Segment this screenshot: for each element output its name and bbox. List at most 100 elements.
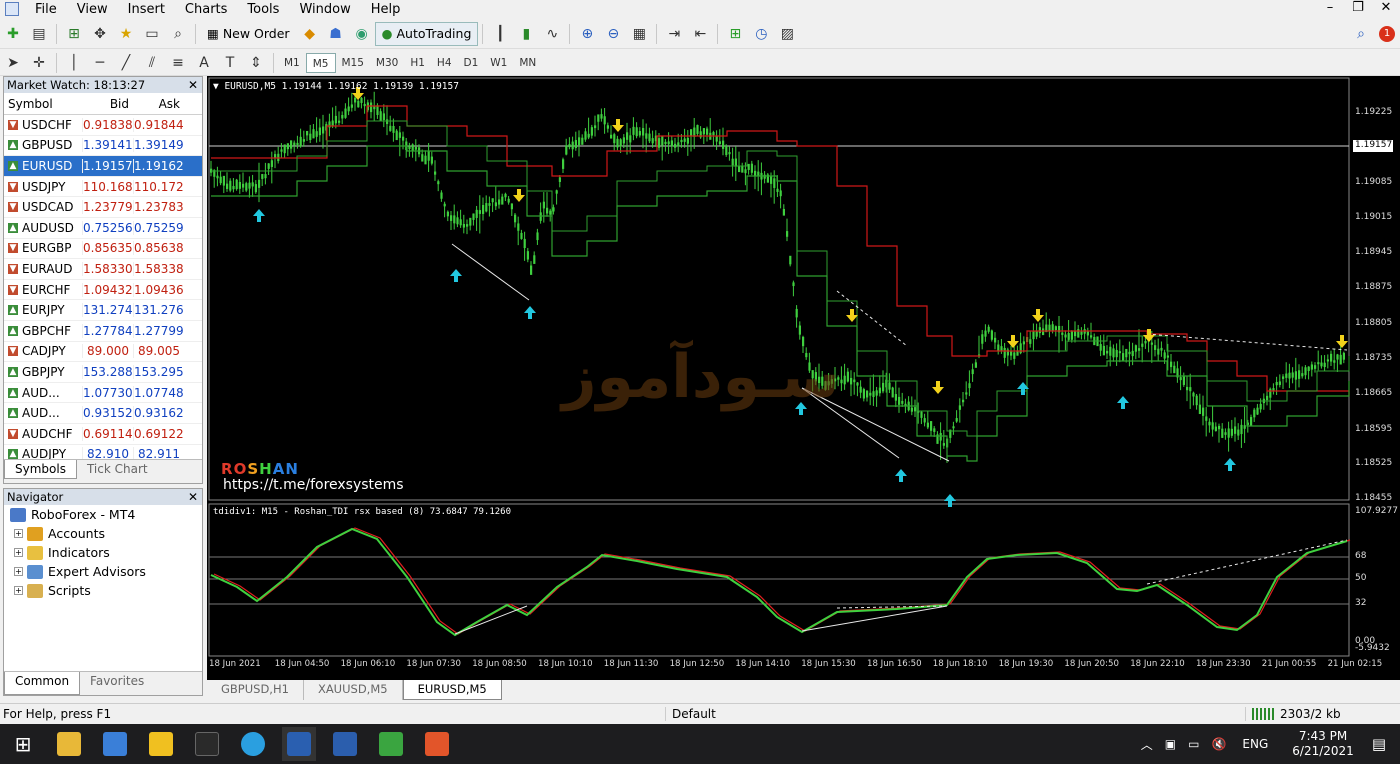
market-watch-row[interactable]: ▲ GBPCHF 1.27784 1.27799 — [4, 321, 202, 342]
meta-editor-icon[interactable]: ◆ — [299, 23, 321, 45]
volume-muted-icon[interactable]: 🔇 — [1211, 737, 1226, 751]
market-watch-row[interactable]: ▼ AUDCHF 0.69114 0.69122 — [4, 424, 202, 445]
nav-item-expert-advisors[interactable]: + Expert Advisors — [4, 562, 202, 581]
expand-icon[interactable]: + — [14, 567, 23, 576]
word-icon[interactable] — [328, 727, 362, 761]
profiles-icon[interactable]: ▤ — [28, 23, 50, 45]
market-watch-row[interactable]: ▲ EURUSD 1.19157 1.19162 — [4, 156, 202, 177]
expand-icon[interactable]: + — [14, 529, 23, 538]
action-center-icon[interactable]: ▤ — [1372, 735, 1386, 753]
notification-icon[interactable]: 1 — [1376, 23, 1398, 45]
chart-window[interactable]: ▼ EURUSD,M5 1.19144 1.19162 1.19139 1.19… — [207, 76, 1400, 680]
clock[interactable]: 7:43 PM 6/21/2021 — [1292, 729, 1354, 759]
search-icon[interactable]: ⌕ — [1350, 23, 1372, 45]
nav-item-accounts[interactable]: + Accounts — [4, 524, 202, 543]
menu-help[interactable]: Help — [361, 2, 411, 17]
close-icon[interactable]: ✕ — [188, 489, 198, 505]
signals-icon[interactable]: ◉ — [351, 23, 373, 45]
text-label-icon[interactable]: T — [219, 52, 241, 74]
cursor-icon[interactable]: ➤ — [2, 52, 24, 74]
column-bid[interactable]: Bid — [82, 97, 133, 111]
fibonacci-icon[interactable]: ≡ — [167, 52, 189, 74]
chart-tab-eurusd[interactable]: EURUSD,M5 — [402, 680, 502, 700]
new-order-button[interactable]: ▦ New Order — [200, 22, 297, 46]
market-watch-row[interactable]: ▼ CADJPY 89.000 89.005 — [4, 342, 202, 363]
crosshair-icon[interactable]: ✛ — [28, 52, 50, 74]
column-symbol[interactable]: Symbol — [4, 97, 82, 111]
timeframe-m15[interactable]: M15 — [336, 53, 370, 73]
new-chart-icon[interactable]: ✚ — [2, 23, 24, 45]
display-icon[interactable]: ▭ — [1188, 737, 1199, 751]
network-alert-icon[interactable]: ▣ — [1165, 737, 1176, 751]
timeframe-w1[interactable]: W1 — [484, 53, 513, 73]
camtasia-orange-icon[interactable] — [420, 727, 454, 761]
signal-app-icon[interactable] — [190, 727, 224, 761]
market-watch-row[interactable]: ▲ AUD... 1.07730 1.07748 — [4, 383, 202, 404]
player-icon[interactable] — [144, 727, 178, 761]
auto-scroll-icon[interactable]: ⇥ — [663, 23, 685, 45]
autotrading-button[interactable]: ● AutoTrading — [374, 21, 479, 46]
metatrader-icon[interactable] — [282, 727, 316, 761]
menu-file[interactable]: File — [25, 2, 67, 17]
nav-root[interactable]: RoboForex - MT4 — [4, 505, 202, 524]
market-watch-row[interactable]: ▼ EURGBP 0.85635 0.85638 — [4, 239, 202, 260]
market-watch-row[interactable]: ▼ EURAUD 1.58330 1.58338 — [4, 259, 202, 280]
periods-icon[interactable]: ◷ — [750, 23, 772, 45]
tab-symbols[interactable]: Symbols — [4, 460, 77, 479]
community-icon[interactable]: ☗ — [325, 23, 347, 45]
restore-button[interactable]: ❐ — [1344, 0, 1372, 18]
close-button[interactable]: ✕ — [1372, 0, 1400, 18]
timeframe-m1[interactable]: M1 — [278, 53, 306, 73]
minimize-button[interactable]: – — [1316, 0, 1344, 18]
channel-icon[interactable]: ⫽ — [141, 52, 163, 74]
terminal-icon[interactable]: ▭ — [141, 23, 163, 45]
timeframe-h1[interactable]: H1 — [404, 53, 431, 73]
camtasia-green-icon[interactable] — [374, 727, 408, 761]
telegram-icon[interactable] — [236, 727, 270, 761]
market-watch-row[interactable]: ▲ GBPJPY 153.288 153.295 — [4, 362, 202, 383]
control-panel-icon[interactable] — [98, 727, 132, 761]
timeframe-mn[interactable]: MN — [513, 53, 542, 73]
market-watch-row[interactable]: ▼ USDCHF 0.91838 0.91844 — [4, 115, 202, 136]
menu-view[interactable]: View — [67, 2, 118, 17]
strategy-tester-icon[interactable]: ⌕ — [167, 23, 189, 45]
close-icon[interactable]: ✕ — [188, 77, 198, 93]
arrows-icon[interactable]: ⇕ — [245, 52, 267, 74]
candlestick-icon[interactable]: ▮ — [515, 23, 537, 45]
timeframe-m30[interactable]: M30 — [370, 53, 404, 73]
file-explorer-icon[interactable] — [52, 727, 86, 761]
zoom-out-icon[interactable]: ⊖ — [602, 23, 624, 45]
market-watch-row[interactable]: ▲ EURJPY 131.274 131.276 — [4, 300, 202, 321]
market-watch-row[interactable]: ▼ USDJPY 110.168 110.172 — [4, 177, 202, 198]
market-watch-row[interactable]: ▲ AUDUSD 0.75256 0.75259 — [4, 218, 202, 239]
menu-window[interactable]: Window — [289, 2, 360, 17]
nav-item-scripts[interactable]: + Scripts — [4, 581, 202, 600]
line-chart-icon[interactable]: ∿ — [541, 23, 563, 45]
chart-tab-xauusd[interactable]: XAUUSD,M5 — [304, 680, 403, 700]
market-watch-row[interactable]: ▼ USDCAD 1.23779 1.23783 — [4, 197, 202, 218]
language-indicator[interactable]: ENG — [1242, 737, 1268, 751]
trendline-icon[interactable]: ╱ — [115, 52, 137, 74]
navigator-icon[interactable]: ★ — [115, 23, 137, 45]
tab-common[interactable]: Common — [4, 672, 81, 695]
start-icon[interactable]: ⊞ — [6, 727, 40, 761]
timeframe-d1[interactable]: D1 — [458, 53, 485, 73]
indicators-icon[interactable]: ⊞ — [724, 23, 746, 45]
menu-charts[interactable]: Charts — [175, 2, 238, 17]
templates-icon[interactable]: ▨ — [776, 23, 798, 45]
menu-tools[interactable]: Tools — [237, 2, 289, 17]
telegram-link[interactable]: https://t.me/forexsystems — [223, 477, 404, 493]
market-watch-icon[interactable]: ⊞ — [63, 23, 85, 45]
nav-item-indicators[interactable]: + Indicators — [4, 543, 202, 562]
expand-icon[interactable]: + — [14, 548, 23, 557]
tab-favorites[interactable]: Favorites — [80, 672, 154, 695]
menu-insert[interactable]: Insert — [118, 2, 175, 17]
timeframe-m5[interactable]: M5 — [305, 52, 336, 73]
chart-tab-gbpusd[interactable]: GBPUSD,H1 — [207, 680, 304, 700]
market-watch-row[interactable]: ▼ EURCHF 1.09432 1.09436 — [4, 280, 202, 301]
tab-tick-chart[interactable]: Tick Chart — [77, 460, 158, 478]
market-watch-row[interactable]: ▲ GBPUSD 1.39141 1.39149 — [4, 136, 202, 157]
zoom-in-icon[interactable]: ⊕ — [576, 23, 598, 45]
chart-shift-icon[interactable]: ⇤ — [689, 23, 711, 45]
tile-windows-icon[interactable]: ▦ — [628, 23, 650, 45]
